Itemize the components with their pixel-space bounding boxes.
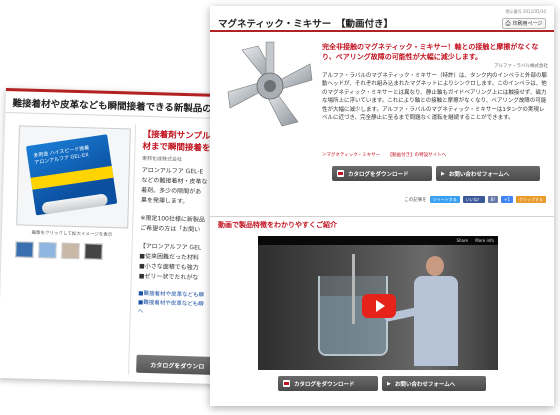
inquiry-form-label: お問い合わせフォームへ (394, 381, 456, 388)
product-headline: 完全非接触のマグネティック・ミキサー！軸との接触と摩擦がなくなり、ベアリング故障… (322, 43, 539, 61)
catalog-download-button-bottom[interactable]: カタログをダウンロード (278, 376, 378, 391)
play-button[interactable] (362, 294, 396, 318)
maker-name: アルファ・ラバル株式会社 (494, 64, 548, 69)
special-link-1[interactable]: ＞マグネティック・ミキサー (322, 153, 380, 158)
google-plus-button[interactable]: +1 (501, 196, 513, 203)
play-icon (375, 300, 385, 312)
inquiry-form-button-bottom[interactable]: ▶ お問い合わせフォームへ (382, 376, 486, 391)
video-share-button[interactable]: Share (456, 238, 468, 243)
share-label: この記事を (404, 197, 427, 203)
thumbnail-4[interactable] (84, 243, 103, 260)
thumbnail-3[interactable] (61, 242, 80, 260)
arrow-right-icon: ▶ (387, 380, 391, 387)
inquiry-form-button[interactable]: ▶ お問い合わせフォームへ (436, 166, 540, 181)
print-label: 印刷用ページ (512, 21, 543, 27)
video-more-info-button[interactable]: More info (475, 238, 494, 243)
catalog-download-button[interactable]: カタログをダウンロード (332, 166, 432, 181)
front-header: 掲示番号 2012/05/30 マグネティック・ミキサー 【動画付き】 ⎙ 印刷… (210, 6, 554, 32)
video-top-bar: Share More info (258, 236, 498, 245)
catalog-download-label: カタログをダウンロード (294, 381, 355, 388)
special-link-2[interactable]: 【動画付き】の特設サイトへ (388, 153, 447, 158)
clip-button[interactable]: クリップする (516, 196, 546, 203)
video-section-title: 動画で製品特徴をわかりやすくご紹介 (218, 221, 337, 229)
thumbnail-2[interactable] (38, 241, 57, 259)
arrow-right-icon: ▶ (441, 170, 445, 177)
share-bar: この記事を ツイートする いいね！ B! +1 クリップする (404, 196, 546, 203)
section-divider (210, 216, 554, 217)
product-image[interactable]: 多用途 ハイスピード接着 アロンアルフア GEL-EX (16, 125, 131, 229)
video-player[interactable]: Share More info (258, 236, 498, 370)
presenter (383, 256, 462, 366)
page-title: マグネティック・ミキサー 【動画付き】 (218, 19, 393, 30)
mixer-rod (352, 254, 355, 324)
catalog-download-label: カタログをダウンロード (348, 171, 409, 178)
pdf-icon (283, 380, 290, 387)
image-caption: 画像をクリックして拡大イメージを表示 (31, 230, 113, 239)
print-page-button[interactable]: ⎙ 印刷用ページ (502, 18, 546, 29)
facebook-like-button[interactable]: いいね！ (462, 196, 485, 203)
pdf-icon (337, 170, 344, 177)
post-meta: 掲示番号 2012/05/30 (505, 9, 546, 14)
product-description: アルファ・ラバルのマグネティック・ミキサー（特許）は、タンク内のインペラと外部の… (322, 73, 547, 122)
tweet-button[interactable]: ツイートする (429, 196, 460, 203)
printer-icon: ⎙ (505, 19, 511, 27)
hatena-bookmark-button[interactable]: B! (487, 196, 499, 203)
magnetic-mixer-image[interactable] (224, 40, 316, 132)
inquiry-form-label: お問い合わせフォームへ (448, 171, 510, 178)
special-site-link[interactable]: ＞マグネティック・ミキサー 【動画付き】の特設サイトへ (322, 152, 452, 158)
thumbnail-1[interactable] (15, 241, 34, 258)
front-product-card: 掲示番号 2012/05/30 マグネティック・ミキサー 【動画付き】 ⎙ 印刷… (210, 6, 554, 406)
